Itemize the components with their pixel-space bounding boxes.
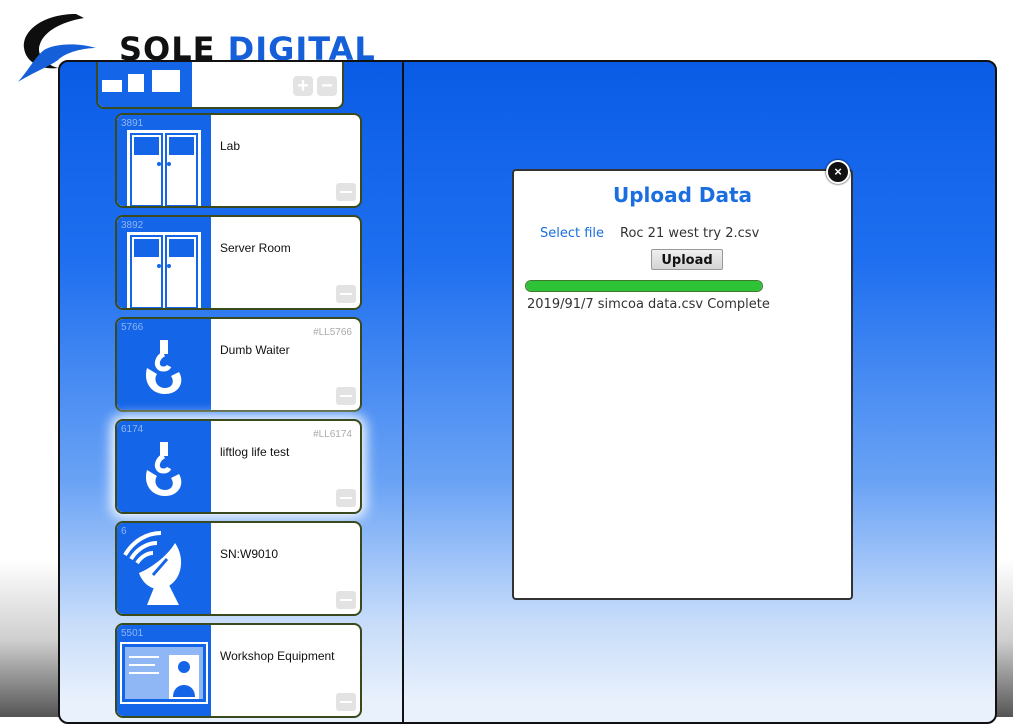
selected-file-name: Roc 21 west try 2.csv: [620, 226, 760, 241]
panel-divider: [402, 62, 404, 722]
device-name: liftlog life test: [220, 445, 290, 459]
remove-device-button[interactable]: [336, 693, 356, 711]
select-file-link[interactable]: Select file: [540, 226, 604, 241]
device-id: 3891: [121, 118, 144, 129]
device-name: Lab: [220, 139, 241, 153]
device-card-lab[interactable]: 3891 Lab: [115, 113, 362, 208]
device-id: 5766: [121, 322, 144, 333]
device-id: 5501: [121, 628, 144, 639]
building-icon: [98, 62, 192, 107]
device-group-card[interactable]: + −: [96, 62, 344, 109]
dialog-title: Upload Data: [612, 183, 753, 207]
device-thumbnail: [117, 523, 211, 614]
remove-device-button[interactable]: [336, 489, 356, 507]
device-list[interactable]: + − 3891 Lab 3892 Server Room 5766 #LL57…: [60, 62, 402, 722]
door-icon: [127, 232, 201, 308]
main-frame: + − 3891 Lab 3892 Server Room 5766 #LL57…: [58, 60, 997, 724]
remove-device-button[interactable]: [336, 591, 356, 609]
device-tag: #LL6174: [313, 429, 352, 440]
upload-progress-fill: [526, 281, 762, 291]
hook-icon: [145, 340, 182, 394]
device-id: 6174: [121, 424, 144, 435]
close-dialog-button[interactable]: ×: [826, 160, 850, 184]
upload-progress-bar: [525, 280, 763, 292]
device-card-sn-w9010[interactable]: 6 SN:W9010: [115, 521, 362, 616]
hook-icon: [145, 442, 182, 496]
device-name: Dumb Waiter: [220, 343, 290, 357]
remove-device-button[interactable]: [336, 183, 356, 201]
device-name: SN:W9010: [220, 547, 279, 561]
device-id: 3892: [121, 220, 144, 231]
remove-group-button[interactable]: −: [317, 76, 337, 96]
device-card-liftlog-life-test[interactable]: 6174 #LL6174 liftlog life test: [115, 419, 362, 514]
device-id: 6: [121, 526, 127, 537]
remove-device-button[interactable]: [336, 387, 356, 405]
satellite-dish-icon: [123, 531, 182, 605]
device-card-workshop-equipment[interactable]: 5501 Workshop Equipment: [115, 623, 362, 718]
remove-device-button[interactable]: [336, 285, 356, 303]
device-name: Workshop Equipment: [220, 649, 335, 663]
device-name: Server Room: [220, 241, 291, 255]
upload-data-dialog: Upload Data Select file Roc 21 west try …: [512, 169, 853, 600]
device-card-server-room[interactable]: 3892 Server Room: [115, 215, 362, 310]
upload-status-text: 2019/91/7 simcoa data.csv Complete: [527, 297, 770, 312]
door-icon: [127, 130, 201, 206]
screen-icon: [120, 642, 208, 704]
upload-button[interactable]: Upload: [651, 249, 723, 270]
add-device-button[interactable]: +: [293, 76, 313, 96]
device-card-dumb-waiter[interactable]: 5766 #LL5766 Dumb Waiter: [115, 317, 362, 412]
device-tag: #LL5766: [313, 327, 352, 338]
